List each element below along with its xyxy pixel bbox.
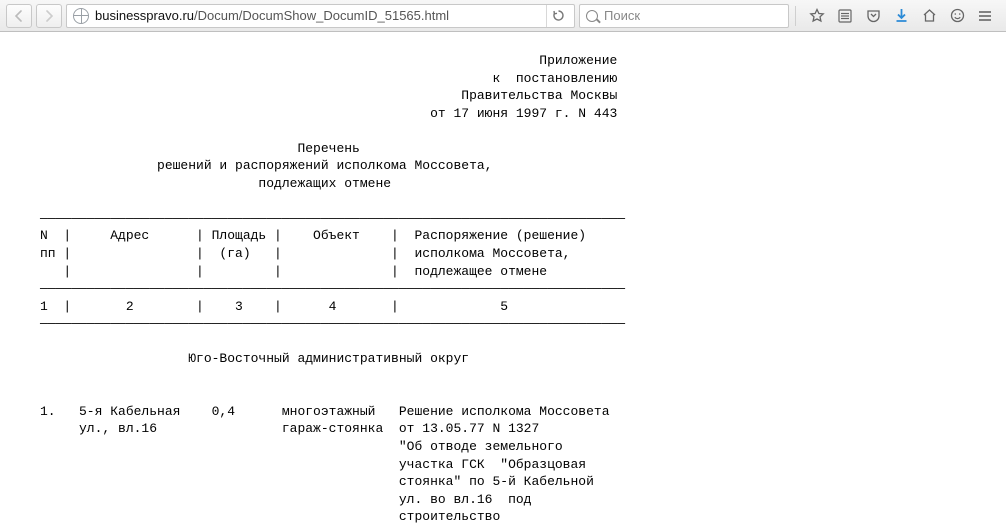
- pocket-icon[interactable]: [864, 7, 882, 25]
- smiley-icon[interactable]: [948, 7, 966, 25]
- download-icon[interactable]: [892, 7, 910, 25]
- divider: [795, 6, 796, 26]
- list-icon[interactable]: [836, 7, 854, 25]
- reload-button[interactable]: [546, 5, 570, 27]
- document-body: Приложение к постановлению Правительства…: [0, 32, 1006, 526]
- url-path: /Docum/DocumShow_DocumID_51565.html: [194, 8, 449, 23]
- forward-button[interactable]: [36, 4, 62, 28]
- search-placeholder: Поиск: [604, 8, 640, 23]
- home-icon[interactable]: [920, 7, 938, 25]
- url-host: businesspravo.ru: [95, 8, 194, 23]
- toolbar-icons: [802, 7, 1000, 25]
- url-bar[interactable]: businesspravo.ru/Docum/DocumShow_DocumID…: [66, 4, 575, 28]
- url-text: businesspravo.ru/Docum/DocumShow_DocumID…: [95, 8, 543, 23]
- menu-icon[interactable]: [976, 7, 994, 25]
- search-icon: [586, 10, 598, 22]
- back-button[interactable]: [6, 4, 32, 28]
- content-viewport[interactable]: Приложение к постановлению Правительства…: [0, 32, 1006, 526]
- globe-icon: [73, 8, 89, 24]
- star-icon[interactable]: [808, 7, 826, 25]
- search-bar[interactable]: Поиск: [579, 4, 789, 28]
- browser-toolbar: businesspravo.ru/Docum/DocumShow_DocumID…: [0, 0, 1006, 32]
